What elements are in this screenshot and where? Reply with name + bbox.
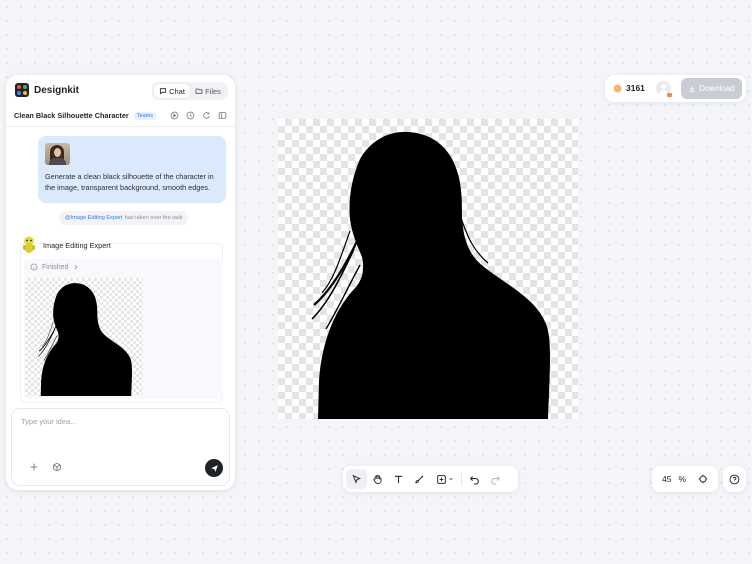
refresh-icon[interactable] bbox=[202, 111, 211, 120]
agent-avatar bbox=[20, 235, 38, 255]
folder-icon bbox=[195, 88, 203, 94]
history-icon[interactable] bbox=[186, 111, 195, 120]
top-action-bar: 3161 Download bbox=[605, 75, 746, 102]
chevron-down-icon bbox=[448, 478, 453, 481]
model-button[interactable] bbox=[49, 459, 65, 475]
agent-mention[interactable]: @Image Editing Expert bbox=[65, 215, 123, 221]
hand-tool[interactable] bbox=[367, 469, 388, 489]
panel-tab-switch: Chat Files bbox=[152, 82, 228, 100]
cursor-icon bbox=[352, 474, 362, 484]
hand-icon bbox=[373, 474, 382, 484]
credits-counter[interactable]: 3161 bbox=[613, 83, 645, 93]
plus-icon bbox=[30, 463, 38, 471]
brush-tool[interactable] bbox=[409, 469, 430, 489]
fit-to-screen-button[interactable] bbox=[698, 474, 708, 484]
tab-chat-label: Chat bbox=[169, 86, 185, 96]
tab-chat[interactable]: Chat bbox=[154, 84, 190, 98]
redo-button[interactable] bbox=[485, 469, 506, 489]
undo-icon bbox=[469, 475, 479, 485]
task-title: Clean Black Silhouette Character bbox=[14, 111, 129, 120]
result-image-thumbnail[interactable] bbox=[25, 278, 143, 396]
zoom-control: 45 % bbox=[652, 466, 718, 492]
toolbar-divider bbox=[461, 472, 462, 486]
chat-icon bbox=[160, 88, 167, 95]
teams-badge: Teams bbox=[133, 111, 156, 120]
coin-icon bbox=[613, 83, 622, 93]
download-icon bbox=[689, 85, 695, 92]
credits-value: 3161 bbox=[626, 83, 645, 93]
user-message: Generate a clean black silhouette of the… bbox=[38, 136, 226, 203]
text-icon bbox=[394, 475, 403, 483]
download-label: Download bbox=[699, 84, 735, 93]
result-block: Finished bbox=[24, 259, 223, 399]
redo-icon bbox=[491, 475, 501, 485]
send-icon bbox=[210, 464, 218, 472]
select-tool[interactable] bbox=[346, 469, 367, 489]
play-circle-icon[interactable] bbox=[170, 111, 179, 120]
silhouette-image bbox=[311, 131, 550, 419]
chevron-right-icon bbox=[75, 264, 79, 270]
reference-image-thumbnail[interactable] bbox=[45, 143, 70, 165]
cube-icon bbox=[53, 462, 61, 472]
help-button[interactable] bbox=[723, 466, 746, 492]
avatar-badge bbox=[667, 93, 672, 97]
brand-name: Designkit bbox=[34, 84, 80, 96]
sidebar-icon[interactable] bbox=[218, 111, 227, 120]
agent-name: Image Editing Expert bbox=[43, 240, 111, 250]
silhouette-image bbox=[38, 283, 132, 396]
status-label: Finished bbox=[42, 263, 69, 271]
text-tool[interactable] bbox=[388, 469, 409, 489]
info-icon bbox=[30, 263, 38, 271]
task-actions bbox=[170, 111, 227, 120]
send-button[interactable] bbox=[205, 459, 223, 477]
zoom-unit: % bbox=[678, 474, 687, 484]
tab-files-label: Files bbox=[205, 86, 221, 96]
chat-panel: Designkit Chat Files Clean Black Silhoue… bbox=[6, 75, 235, 490]
add-frame-tool[interactable] bbox=[430, 469, 459, 489]
zoom-value[interactable]: 45 bbox=[662, 474, 671, 484]
handover-notice: @Image Editing Expert has taken over the… bbox=[59, 211, 189, 225]
add-frame-icon bbox=[436, 474, 446, 484]
agent-header: Image Editing Expert bbox=[20, 235, 111, 255]
add-button[interactable] bbox=[26, 459, 42, 475]
undo-button[interactable] bbox=[464, 469, 485, 489]
user-message-text: Generate a clean black silhouette of the… bbox=[45, 172, 214, 192]
brand: Designkit bbox=[15, 83, 79, 97]
canvas-toolbar bbox=[343, 466, 518, 492]
tab-files[interactable]: Files bbox=[190, 84, 226, 98]
brush-icon bbox=[415, 474, 424, 483]
download-button[interactable]: Download bbox=[681, 78, 742, 99]
task-header: Clean Black Silhouette Character Teams bbox=[6, 105, 235, 127]
handover-text: has taken over the task bbox=[124, 215, 183, 221]
designkit-logo-icon bbox=[15, 83, 29, 97]
prompt-input[interactable] bbox=[21, 417, 211, 426]
help-icon bbox=[729, 474, 740, 484]
status-finished[interactable]: Finished bbox=[30, 263, 80, 271]
crosshair-icon bbox=[698, 474, 708, 484]
message-composer bbox=[11, 408, 230, 486]
canvas-image[interactable] bbox=[278, 119, 578, 419]
